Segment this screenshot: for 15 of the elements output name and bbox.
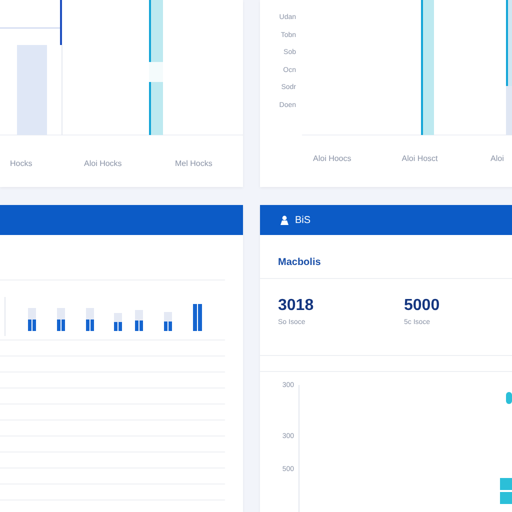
axis-label: Aloi Hocks [84, 159, 123, 170]
bar [500, 478, 512, 490]
stat-value: 5000 [404, 297, 441, 315]
axis-label: Aloi Hoocs [313, 154, 352, 165]
stat-value: 3018 [278, 297, 315, 315]
chart-line [60, 0, 62, 45]
header-title: BiS [295, 214, 311, 226]
bar [506, 392, 512, 404]
axis-label: Aloi Hosct [402, 154, 439, 165]
bar [500, 492, 512, 504]
section-title: Macbolis [260, 235, 512, 279]
person-icon [280, 215, 289, 225]
axis-label: Aloi [490, 154, 505, 165]
axis-label: Mel Hocks [175, 159, 214, 170]
axis-label: Hocks [10, 159, 34, 170]
